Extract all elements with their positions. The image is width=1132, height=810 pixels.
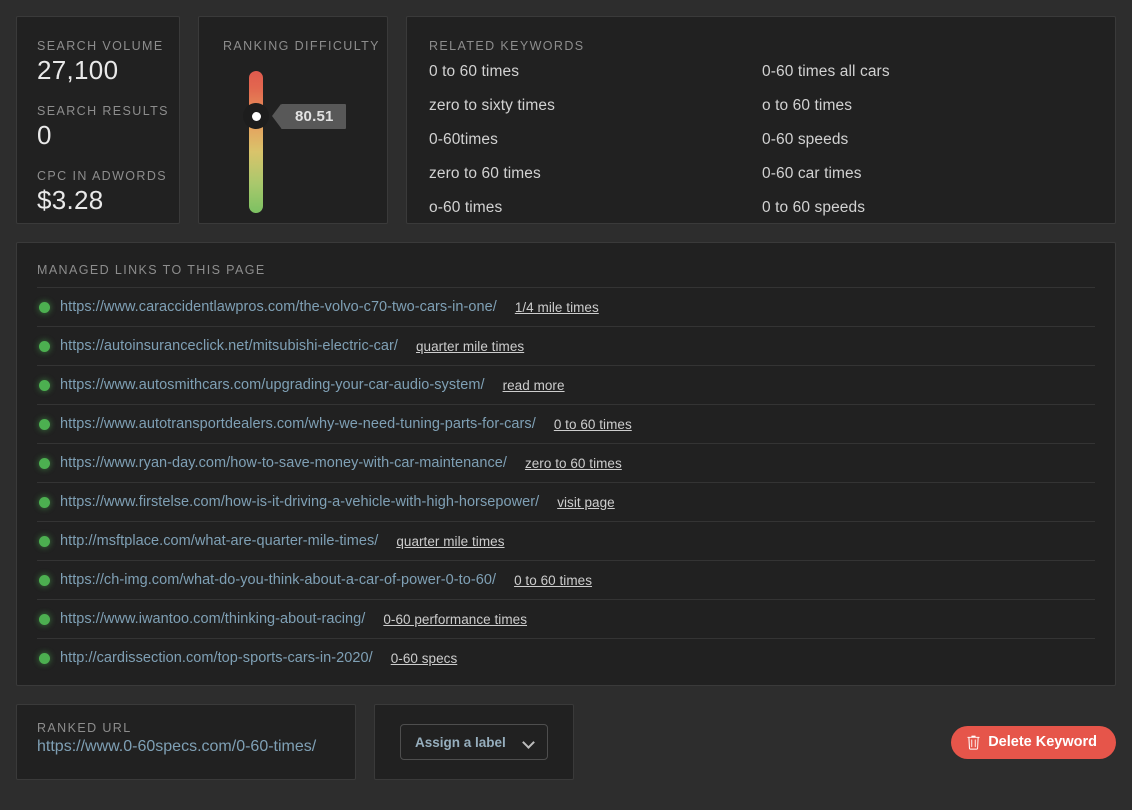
- keyword-item: 0-60 speeds: [762, 131, 849, 148]
- table-row: https://ch-img.com/what-do-you-think-abo…: [37, 560, 1095, 599]
- link-url[interactable]: https://www.caraccidentlawpros.com/the-v…: [60, 299, 497, 315]
- link-anchor-text[interactable]: 1/4 mile times: [515, 300, 599, 315]
- link-anchor-text[interactable]: 0-60 performance times: [383, 612, 527, 627]
- keyword-detail-page: SEARCH VOLUME 27,100 SEARCH RESULTS 0 CP…: [0, 0, 1132, 810]
- status-dot-icon: [39, 379, 50, 391]
- search-volume-value: 27,100: [37, 55, 119, 85]
- delete-keyword-button[interactable]: Delete Keyword: [951, 725, 1116, 759]
- managed-links-list: https://www.caraccidentlawpros.com/the-v…: [37, 287, 1095, 677]
- keyword-item: zero to sixty times: [429, 97, 555, 114]
- footer-row: RANKED URL https://www.0-60specs.com/0-6…: [16, 704, 1116, 780]
- link-anchor-text[interactable]: quarter mile times: [416, 339, 524, 354]
- trash-icon: [967, 735, 980, 750]
- status-dot-icon: [39, 535, 50, 547]
- table-row: https://www.iwantoo.com/thinking-about-r…: [37, 599, 1095, 638]
- related-keywords-label: RELATED KEYWORDS: [429, 39, 585, 53]
- status-dot-icon: [39, 652, 50, 664]
- link-anchor-text[interactable]: quarter mile times: [396, 534, 504, 549]
- managed-links-label: MANAGED LINKS TO THIS PAGE: [37, 263, 266, 277]
- search-metrics-card: SEARCH VOLUME 27,100 SEARCH RESULTS 0 CP…: [16, 16, 180, 224]
- link-url[interactable]: http://cardissection.com/top-sports-cars…: [60, 650, 373, 666]
- keyword-item: 0-60times: [429, 131, 498, 148]
- related-keywords-grid: 0 to 60 times 0-60 times all cars zero t…: [429, 63, 1115, 217]
- footer-spacer: [592, 704, 933, 780]
- link-anchor-text[interactable]: visit page: [557, 495, 615, 510]
- delete-action-area: Delete Keyword: [951, 704, 1116, 780]
- ranked-url-value[interactable]: https://www.0-60specs.com/0-60-times/: [37, 738, 355, 756]
- link-url[interactable]: https://www.iwantoo.com/thinking-about-r…: [60, 611, 365, 627]
- cpc-value: $3.28: [37, 185, 104, 215]
- ranked-url-card: RANKED URL https://www.0-60specs.com/0-6…: [16, 704, 356, 780]
- search-volume-metric: SEARCH VOLUME 27,100: [37, 39, 179, 86]
- ranking-difficulty-label: RANKING DIFFICULTY: [223, 39, 380, 53]
- related-keywords-card: RELATED KEYWORDS 0 to 60 times 0-60 time…: [406, 16, 1116, 224]
- status-dot-icon: [39, 574, 50, 586]
- search-results-value: 0: [37, 120, 52, 150]
- link-anchor-text[interactable]: 0-60 specs: [391, 651, 458, 666]
- link-url[interactable]: https://www.autosmithcars.com/upgrading-…: [60, 377, 485, 393]
- status-dot-icon: [39, 457, 50, 469]
- search-results-metric: SEARCH RESULTS 0: [37, 104, 179, 151]
- link-url[interactable]: https://ch-img.com/what-do-you-think-abo…: [60, 572, 496, 588]
- search-results-label: SEARCH RESULTS: [37, 104, 169, 118]
- status-dot-icon: [39, 418, 50, 430]
- cpc-metric: CPC IN ADWORDS $3.28: [37, 169, 179, 216]
- keyword-item: zero to 60 times: [429, 165, 541, 182]
- assign-label-text: Assign a label: [415, 734, 506, 750]
- ranked-url-label: RANKED URL: [37, 721, 132, 735]
- summary-row: SEARCH VOLUME 27,100 SEARCH RESULTS 0 CP…: [16, 16, 1116, 224]
- assign-label-card: Assign a label: [374, 704, 574, 780]
- status-dot-icon: [39, 496, 50, 508]
- keyword-item: 0-60 car times: [762, 165, 862, 182]
- table-row: https://www.firstelse.com/how-is-it-driv…: [37, 482, 1095, 521]
- table-row: http://cardissection.com/top-sports-cars…: [37, 638, 1095, 677]
- table-row: https://www.autosmithcars.com/upgrading-…: [37, 365, 1095, 404]
- table-row: https://www.caraccidentlawpros.com/the-v…: [37, 287, 1095, 326]
- table-row: https://autoinsuranceclick.net/mitsubish…: [37, 326, 1095, 365]
- search-volume-label: SEARCH VOLUME: [37, 39, 164, 53]
- link-url[interactable]: https://www.ryan-day.com/how-to-save-mon…: [60, 455, 507, 471]
- status-dot-icon: [39, 301, 50, 313]
- status-dot-icon: [39, 613, 50, 625]
- link-anchor-text[interactable]: 0 to 60 times: [514, 573, 592, 588]
- link-anchor-text[interactable]: 0 to 60 times: [554, 417, 632, 432]
- link-url[interactable]: https://www.firstelse.com/how-is-it-driv…: [60, 494, 539, 510]
- cpc-label: CPC IN ADWORDS: [37, 169, 168, 183]
- delete-keyword-label: Delete Keyword: [988, 734, 1097, 750]
- keyword-item: 0 to 60 times: [429, 63, 520, 80]
- link-url[interactable]: https://www.autotransportdealers.com/why…: [60, 416, 536, 432]
- difficulty-gauge-scale: [249, 71, 263, 213]
- difficulty-score-tooltip: 80.51: [272, 104, 346, 129]
- ranking-difficulty-card: RANKING DIFFICULTY 80.51: [198, 16, 388, 224]
- managed-links-card: MANAGED LINKS TO THIS PAGE https://www.c…: [16, 242, 1116, 686]
- keyword-item: o-60 times: [429, 199, 503, 216]
- link-anchor-text[interactable]: read more: [503, 378, 565, 393]
- table-row: http://msftplace.com/what-are-quarter-mi…: [37, 521, 1095, 560]
- keyword-item: 0 to 60 speeds: [762, 199, 866, 216]
- link-url[interactable]: http://msftplace.com/what-are-quarter-mi…: [60, 533, 378, 549]
- chevron-down-icon: [524, 737, 535, 748]
- table-row: https://www.ryan-day.com/how-to-save-mon…: [37, 443, 1095, 482]
- keyword-item: o to 60 times: [762, 97, 853, 114]
- link-anchor-text[interactable]: zero to 60 times: [525, 456, 622, 471]
- assign-label-dropdown[interactable]: Assign a label: [400, 724, 548, 760]
- table-row: https://www.autotransportdealers.com/why…: [37, 404, 1095, 443]
- keyword-item: 0-60 times all cars: [762, 63, 890, 80]
- status-dot-icon: [39, 340, 50, 352]
- difficulty-gauge: 80.51: [223, 71, 387, 221]
- difficulty-gauge-marker: [243, 103, 269, 129]
- link-url[interactable]: https://autoinsuranceclick.net/mitsubish…: [60, 338, 398, 354]
